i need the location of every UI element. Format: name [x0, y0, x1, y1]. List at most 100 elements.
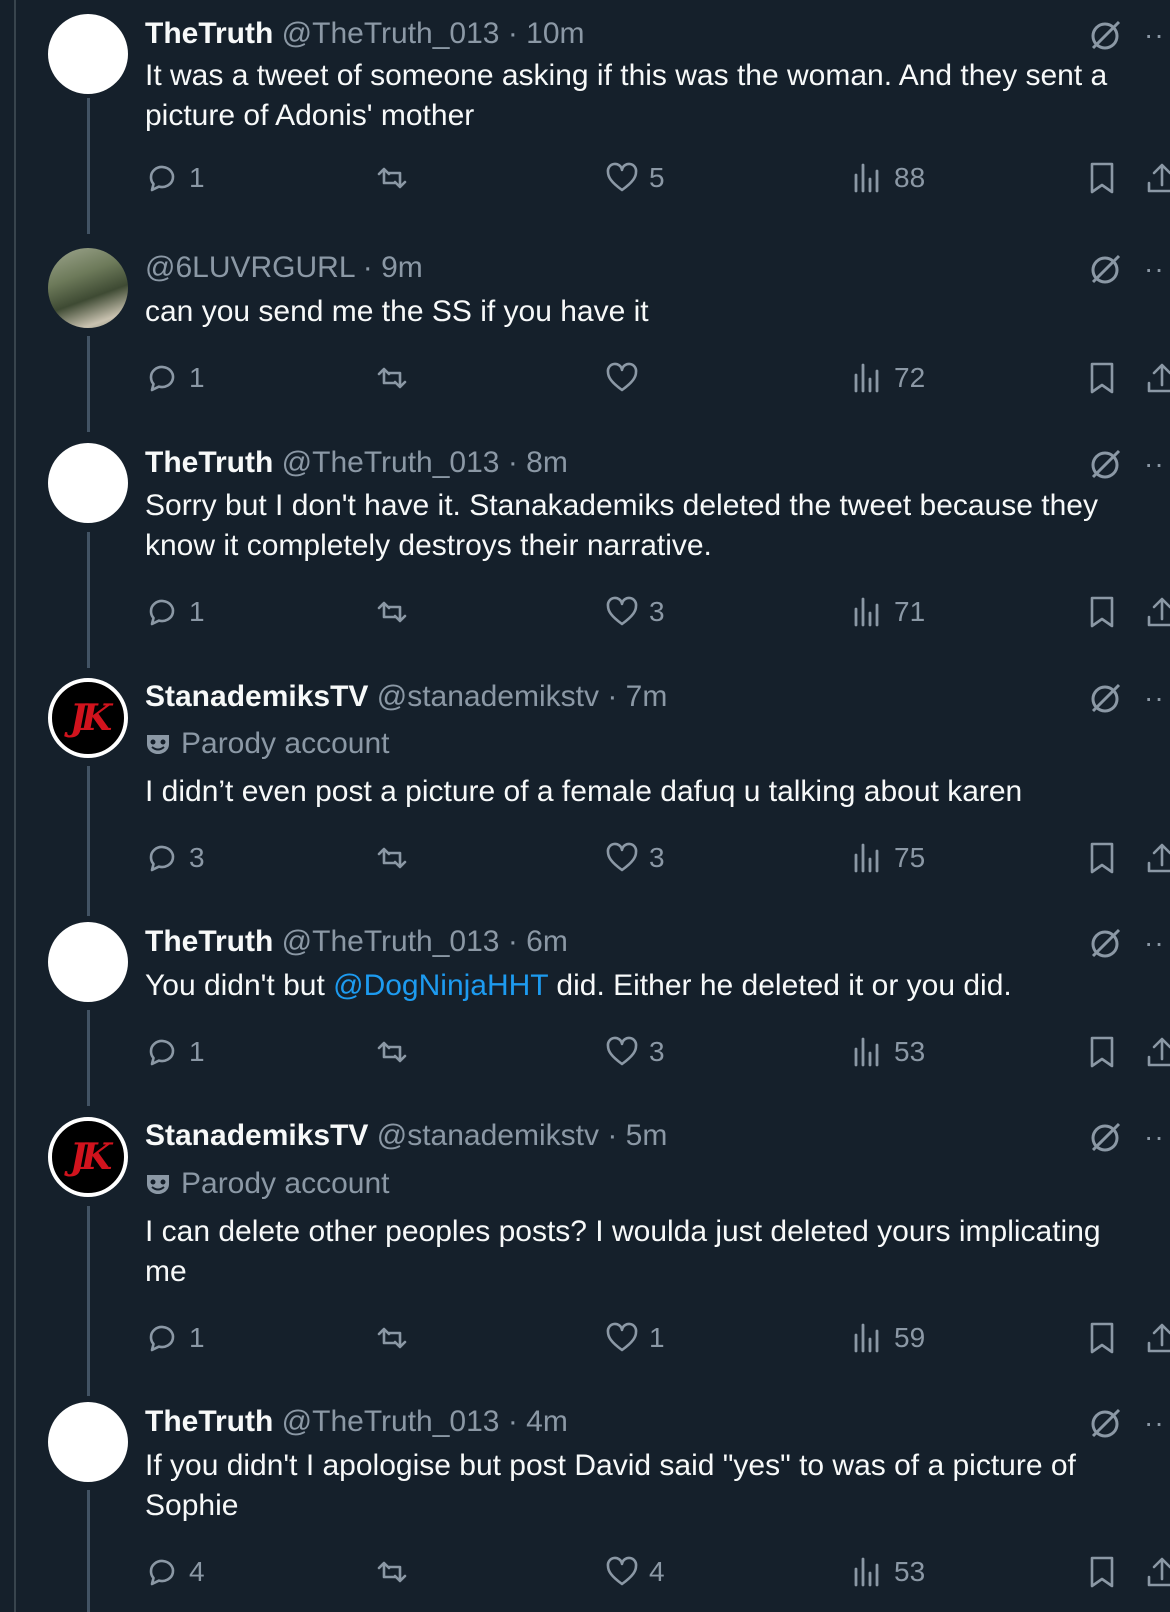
views-button[interactable]: 59: [850, 1318, 925, 1358]
like-button[interactable]: 4: [605, 1552, 665, 1592]
like-button[interactable]: 3: [605, 838, 665, 878]
display-name[interactable]: TheTruth: [145, 17, 273, 50]
like-button[interactable]: [605, 358, 649, 398]
bookmark-icon: [1090, 1036, 1114, 1068]
reply-button[interactable]: 1: [145, 158, 205, 198]
handle[interactable]: @stanademikstv: [377, 680, 599, 713]
timestamp[interactable]: 8m: [526, 446, 568, 479]
avatar-logo: JK: [69, 1136, 112, 1178]
handle[interactable]: @TheTruth_013: [282, 17, 500, 50]
views-button[interactable]: 88: [850, 158, 925, 198]
separator: ·: [507, 17, 518, 50]
bookmark-button[interactable]: [1085, 158, 1119, 198]
display-name[interactable]: TheTruth: [145, 925, 273, 958]
reply-button[interactable]: 3: [145, 838, 205, 878]
post-top-icons: ··: [1088, 926, 1165, 960]
timestamp[interactable]: 5m: [626, 1119, 668, 1152]
view-count: 71: [894, 596, 926, 627]
post-text: Sorry but I don't have it. Stanakademiks…: [145, 489, 1098, 562]
more-icon[interactable]: ··: [1144, 1407, 1165, 1439]
share-button[interactable]: [1145, 1552, 1170, 1592]
handle[interactable]: @TheTruth_013: [282, 925, 500, 958]
grok-icon[interactable]: [1088, 926, 1122, 960]
timestamp[interactable]: 7m: [626, 680, 668, 713]
share-button[interactable]: [1145, 358, 1170, 398]
repost-button[interactable]: [375, 358, 419, 398]
timestamp[interactable]: 10m: [526, 17, 584, 50]
share-button[interactable]: [1145, 592, 1170, 632]
handle[interactable]: @TheTruth_013: [282, 1405, 500, 1438]
grok-icon[interactable]: [1088, 252, 1122, 286]
reply-button[interactable]: 1: [145, 592, 205, 632]
more-icon[interactable]: ··: [1144, 448, 1165, 480]
more-icon[interactable]: ··: [1144, 19, 1165, 51]
repost-button[interactable]: [375, 158, 419, 198]
like-button[interactable]: 1: [605, 1318, 665, 1358]
avatar[interactable]: [48, 922, 128, 1002]
timestamp[interactable]: 9m: [381, 251, 423, 284]
views-button[interactable]: 53: [850, 1032, 925, 1072]
views-icon: [854, 1323, 879, 1353]
display-name[interactable]: StanademiksTV: [145, 680, 368, 713]
repost-icon: [377, 1041, 407, 1063]
avatar[interactable]: [48, 248, 128, 328]
share-button[interactable]: [1145, 158, 1170, 198]
more-icon[interactable]: ··: [1144, 927, 1165, 959]
timestamp[interactable]: 4m: [526, 1405, 568, 1438]
more-icon[interactable]: ··: [1144, 253, 1165, 285]
display-name[interactable]: StanademiksTV: [145, 1119, 368, 1152]
views-button[interactable]: 53: [850, 1552, 925, 1592]
share-button[interactable]: [1145, 838, 1170, 878]
repost-icon: [377, 367, 407, 389]
reply-button[interactable]: 4: [145, 1552, 205, 1592]
mention-link[interactable]: @DogNinjaHHT: [333, 969, 548, 1002]
reply-button[interactable]: 1: [145, 1318, 205, 1358]
avatar[interactable]: JK: [48, 678, 128, 758]
reply-icon: [149, 1559, 175, 1586]
grok-icon[interactable]: [1088, 681, 1122, 715]
bookmark-button[interactable]: [1085, 358, 1119, 398]
views-button[interactable]: 72: [850, 358, 925, 398]
avatar[interactable]: [48, 1402, 128, 1482]
bookmark-button[interactable]: [1085, 838, 1119, 878]
avatar[interactable]: JK: [48, 1117, 128, 1197]
grok-icon[interactable]: [1088, 1406, 1122, 1440]
repost-button[interactable]: [375, 1318, 419, 1358]
post-text-start: You didn't but: [145, 969, 334, 1002]
grok-icon[interactable]: [1088, 447, 1122, 481]
bookmark-button[interactable]: [1085, 1318, 1119, 1358]
share-button[interactable]: [1145, 1318, 1170, 1358]
reply-button[interactable]: 1: [145, 358, 205, 398]
heart-icon: [606, 362, 638, 392]
display-name[interactable]: TheTruth: [145, 1405, 273, 1438]
display-name[interactable]: TheTruth: [145, 446, 273, 479]
grok-icon[interactable]: [1088, 18, 1122, 52]
avatar[interactable]: [48, 443, 128, 523]
grok-icon[interactable]: [1088, 1120, 1122, 1154]
timestamp[interactable]: 6m: [526, 925, 568, 958]
views-button[interactable]: 71: [850, 592, 925, 632]
reply-button[interactable]: 1: [145, 1032, 205, 1072]
avatar[interactable]: [48, 14, 128, 94]
more-icon[interactable]: ··: [1144, 682, 1165, 714]
like-button[interactable]: 3: [605, 1032, 665, 1072]
thread-line: [87, 1490, 90, 1612]
repost-button[interactable]: [375, 1032, 419, 1072]
more-icon[interactable]: ··: [1144, 1121, 1165, 1153]
like-button[interactable]: 3: [605, 592, 665, 632]
repost-button[interactable]: [375, 592, 419, 632]
repost-button[interactable]: [375, 1552, 419, 1592]
handle[interactable]: @stanademikstv: [377, 1119, 599, 1152]
post-top-icons: ··: [1088, 1406, 1165, 1440]
bookmark-button[interactable]: [1085, 1552, 1119, 1592]
handle[interactable]: @6LUVRGURL: [145, 251, 354, 284]
views-icon: [854, 363, 879, 393]
bookmark-button[interactable]: [1085, 592, 1119, 632]
heart-icon: [606, 1036, 638, 1066]
views-button[interactable]: 75: [850, 838, 925, 878]
share-button[interactable]: [1145, 1032, 1170, 1072]
bookmark-button[interactable]: [1085, 1032, 1119, 1072]
handle[interactable]: @TheTruth_013: [282, 446, 500, 479]
like-button[interactable]: 5: [605, 158, 665, 198]
repost-button[interactable]: [375, 838, 419, 878]
